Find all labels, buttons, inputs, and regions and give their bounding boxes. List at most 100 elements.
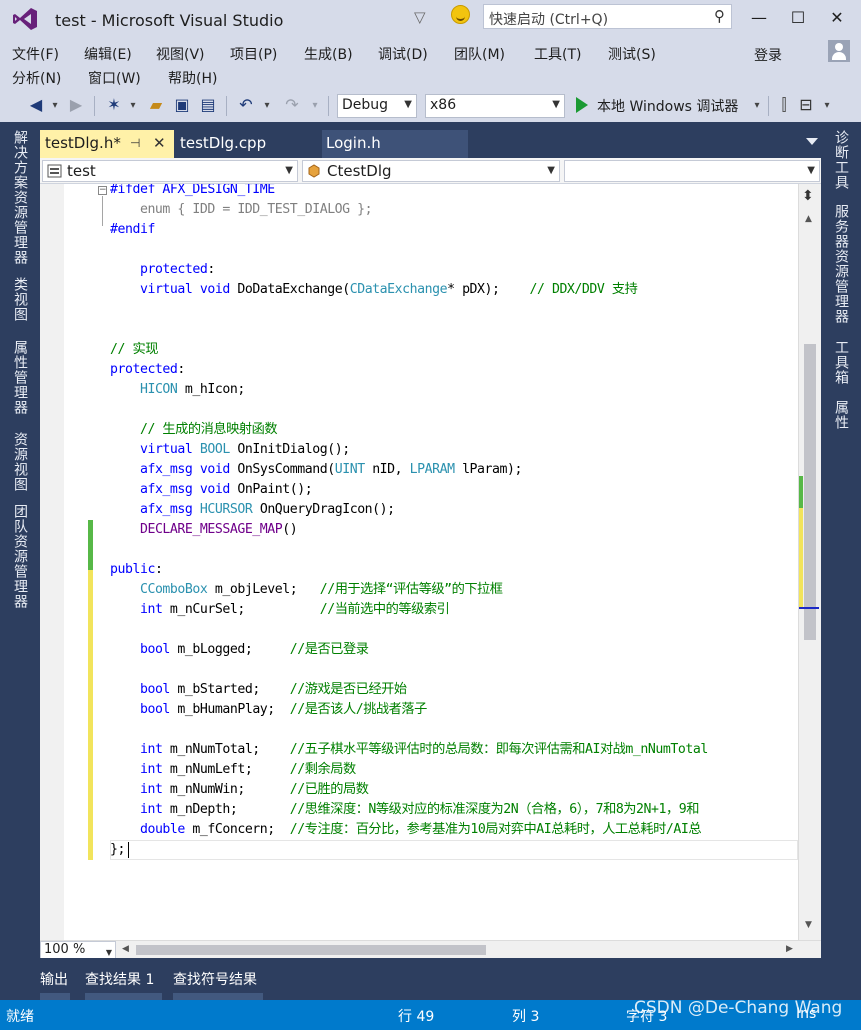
scroll-left-icon[interactable]: ◀ [122, 944, 129, 954]
user-avatar-icon[interactable] [828, 40, 850, 62]
code-line[interactable]: protected: [110, 360, 185, 380]
collapse-icon[interactable]: − [98, 186, 107, 195]
solution-configuration-select[interactable]: Debug ▼ [337, 94, 417, 118]
code-line[interactable]: protected: [110, 260, 215, 280]
code-line[interactable]: afx_msg void OnPaint(); [110, 480, 313, 500]
code-line[interactable]: virtual void DoDataExchange(CDataExchang… [110, 280, 638, 300]
menu-tools[interactable]: 工具(T) [534, 44, 581, 64]
project-select[interactable]: test ▼ [42, 160, 298, 182]
scroll-down-icon[interactable]: ▼ [805, 920, 812, 930]
notification-filter-icon[interactable]: ▽ [414, 8, 426, 26]
close-icon[interactable]: ✕ [153, 134, 166, 152]
scroll-up-icon[interactable]: ▲ [805, 214, 812, 224]
zoom-select[interactable]: 100 % ▼ [40, 941, 116, 959]
code-line[interactable]: int m_nNumLeft; //剩余局数 [110, 760, 356, 780]
code-line[interactable]: // 生成的消息映射函数 [110, 420, 278, 440]
code-line[interactable]: #endif [110, 220, 155, 240]
pin-icon[interactable]: ⊣ [130, 136, 140, 150]
toolbar-options-icon[interactable]: ⫿ [774, 95, 794, 115]
code-line[interactable]: CComboBox m_objLevel; //用于选择“评估等级”的下拉框 [110, 580, 503, 600]
tab-solution-explorer[interactable]: 解决方案资源管理器 [10, 130, 30, 265]
code-line[interactable]: int m_nCurSel; //当前选中的等级索引 [110, 600, 450, 620]
code-line[interactable]: bool m_bStarted; //游戏是否已经开始 [110, 680, 407, 700]
tab-properties[interactable]: 属性 [831, 400, 851, 430]
minimize-button[interactable]: — [747, 8, 771, 27]
undo-dropdown-icon[interactable]: ▾ [262, 100, 272, 111]
code-line[interactable]: enum { IDD = IDD_TEST_DIALOG }; [110, 200, 373, 220]
quick-launch-input[interactable]: 快速启动 (Ctrl+Q) ⚲ [483, 4, 732, 29]
tab-server-explorer[interactable]: 服务器资源管理器 [831, 204, 851, 324]
toolbar-extra-icon[interactable]: ⊟ [796, 95, 816, 114]
back-dropdown-icon[interactable]: ▾ [50, 100, 60, 111]
feedback-smiley-icon[interactable] [451, 5, 470, 24]
code-line[interactable]: int m_nDepth; //思维深度：N等级对应的标准深度为2N（合格，6）… [110, 800, 699, 820]
start-debugging-button[interactable]: 本地 Windows 调试器 [597, 96, 738, 116]
code-line[interactable]: DECLARE_MESSAGE_MAP() [110, 520, 298, 540]
new-project-icon[interactable]: ✶ [104, 95, 124, 114]
redo-dropdown-icon[interactable]: ▾ [310, 100, 320, 111]
tab-login-h[interactable]: Login.h [322, 130, 468, 158]
scroll-right-icon[interactable]: ▶ [786, 944, 793, 954]
menu-view[interactable]: 视图(V) [156, 44, 205, 64]
code-line[interactable]: }; [110, 840, 125, 860]
start-icon[interactable] [576, 97, 588, 113]
open-icon[interactable]: ▰ [146, 95, 166, 114]
menu-project[interactable]: 项目(P) [230, 44, 277, 64]
code-line[interactable]: // 实现 [110, 340, 158, 360]
vertical-scroll-thumb[interactable] [804, 344, 816, 640]
code-line[interactable]: virtual BOOL OnInitDialog(); [110, 440, 350, 460]
menu-help[interactable]: 帮助(H) [168, 68, 217, 88]
tab-resource-view[interactable]: 资源视图 [10, 432, 30, 492]
code-line[interactable]: int m_nNumWin; //已胜的局数 [110, 780, 369, 800]
menu-debug[interactable]: 调试(D) [378, 44, 428, 64]
debugger-dropdown-icon[interactable]: ▾ [752, 100, 762, 111]
menu-analyze[interactable]: 分析(N) [12, 68, 61, 88]
code-line[interactable]: bool m_bHumanPlay; //是否该人/挑战者落子 [110, 700, 427, 720]
tab-output[interactable]: 输出 [40, 969, 68, 989]
save-icon[interactable]: ▣ [172, 95, 192, 114]
menu-team[interactable]: 团队(M) [454, 44, 505, 64]
code-editor[interactable]: − #ifdef AFX_DESIGN_TIME enum { IDD = ID… [40, 184, 821, 940]
code-line[interactable]: afx_msg void OnSysCommand(UINT nID, LPAR… [110, 460, 522, 480]
back-icon[interactable]: ◀ [26, 95, 46, 114]
save-all-icon[interactable]: ▤ [198, 95, 218, 114]
menu-file[interactable]: 文件(F) [12, 44, 59, 64]
close-window-button[interactable]: ✕ [825, 8, 849, 27]
undo-icon[interactable]: ↶ [236, 95, 256, 114]
code-line[interactable]: bool m_bLogged; //是否已登录 [110, 640, 369, 660]
solution-platform-select[interactable]: x86 ▼ [425, 94, 565, 118]
tab-testdlg-h[interactable]: testDlg.h* ⊣ ✕ [40, 130, 174, 158]
menu-build[interactable]: 生成(B) [304, 44, 353, 64]
maximize-button[interactable]: ☐ [786, 8, 810, 27]
new-dropdown-icon[interactable]: ▾ [128, 100, 138, 111]
tab-property-manager[interactable]: 属性管理器 [10, 340, 30, 415]
horizontal-scroll-thumb[interactable] [136, 945, 486, 955]
tab-find-symbol-results[interactable]: 查找符号结果 [173, 969, 257, 989]
split-window-icon[interactable]: ⬍ [802, 188, 814, 204]
tab-diagnostic-tools[interactable]: 诊断工具 [831, 130, 851, 190]
code-line[interactable]: int m_nNumTotal; //五子棋水平等级评估时的总局数：即每次评估需… [110, 740, 708, 760]
code-line[interactable]: afx_msg HCURSOR OnQueryDragIcon(); [110, 500, 395, 520]
search-icon[interactable]: ⚲ [714, 7, 725, 25]
menu-window[interactable]: 窗口(W) [88, 68, 141, 88]
tab-testdlg-cpp[interactable]: testDlg.cpp [175, 130, 315, 158]
code-line[interactable]: public: [110, 560, 163, 580]
code-text-area[interactable]: #ifdef AFX_DESIGN_TIME enum { IDD = IDD_… [110, 184, 798, 864]
tab-class-view[interactable]: 类视图 [10, 277, 30, 322]
tab-find-results[interactable]: 查找结果 1 [85, 969, 154, 989]
vertical-scrollbar[interactable]: ⬍ ▲ ▼ [798, 184, 821, 940]
forward-icon[interactable]: ▶ [66, 95, 86, 114]
menu-edit[interactable]: 编辑(E) [84, 44, 132, 64]
member-select[interactable]: ▼ [564, 160, 820, 182]
code-line[interactable]: #ifdef AFX_DESIGN_TIME [110, 184, 275, 200]
tab-team-explorer[interactable]: 团队资源管理器 [10, 504, 30, 609]
tab-list-dropdown-icon[interactable] [806, 138, 818, 145]
class-select[interactable]: CtestDlg ▼ [302, 160, 560, 182]
tab-toolbox[interactable]: 工具箱 [831, 340, 851, 385]
login-link[interactable]: 登录 [754, 45, 782, 65]
menu-test[interactable]: 测试(S) [608, 44, 656, 64]
code-line[interactable]: HICON m_hIcon; [110, 380, 245, 400]
toolbar-overflow-icon[interactable]: ▾ [822, 100, 832, 111]
code-line[interactable]: double m_fConcern; //专注度：百分比，参考基准为10局对弈中… [110, 820, 702, 840]
redo-icon[interactable]: ↷ [282, 95, 302, 114]
